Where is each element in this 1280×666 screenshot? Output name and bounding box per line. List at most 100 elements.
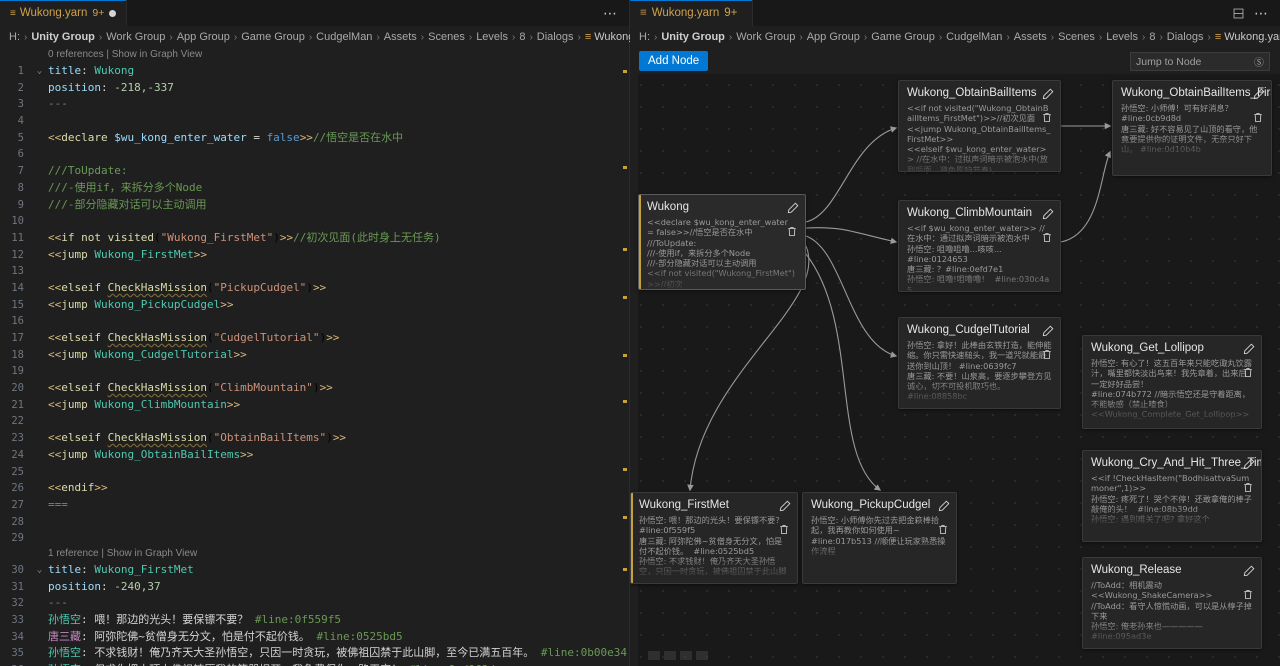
code-lens-link[interactable]: 0 references | Show in Graph View bbox=[45, 48, 202, 64]
graph-breadcrumb-item-8[interactable]: Levels bbox=[1106, 31, 1138, 43]
code-line[interactable]: 13 bbox=[0, 263, 629, 280]
code-line[interactable]: 17 <<elseif CheckHasMission("CudgelTutori… bbox=[0, 330, 629, 347]
code-line[interactable]: 27 === bbox=[0, 497, 629, 514]
code-line[interactable]: 25 bbox=[0, 464, 629, 481]
code-line[interactable]: 4 bbox=[0, 113, 629, 130]
code-line[interactable]: 26 <<endif>> bbox=[0, 480, 629, 497]
breadcrumb-item-2[interactable]: Work Group bbox=[106, 31, 165, 43]
code-lens[interactable]: 0 references | Show in Graph View bbox=[0, 48, 629, 63]
code-editor[interactable]: 0 references | Show in Graph View 1 ⌄ title… bbox=[0, 48, 629, 666]
code-line[interactable]: 31 position: -240,37 bbox=[0, 579, 629, 596]
pencil-icon[interactable] bbox=[1039, 206, 1055, 222]
breadcrumb-item-0[interactable]: H: bbox=[9, 31, 20, 43]
graph-breadcrumb-item-7[interactable]: Scenes bbox=[1058, 31, 1095, 43]
code-line[interactable]: 36 孙悟空: 但求你把山顶上佛祖镇压我的符咒揭开，我免费保你一路平安！ #lin… bbox=[0, 662, 629, 666]
pencil-icon[interactable] bbox=[1240, 456, 1256, 472]
code-line[interactable]: 11 <<if not visited("Wukong_FirstMet")>>/… bbox=[0, 230, 629, 247]
code-line[interactable]: 12 <<jump Wukong_FirstMet>> bbox=[0, 247, 629, 264]
code-line[interactable]: 1 ⌄ title: Wukong bbox=[0, 63, 629, 80]
more-actions-icon[interactable]: ⋯ bbox=[603, 6, 618, 20]
breadcrumb-item-4[interactable]: Game Group bbox=[241, 31, 305, 43]
graph-breadcrumb-item-3[interactable]: App Group bbox=[807, 31, 860, 43]
code-line[interactable]: 34 唐三藏: 阿弥陀佛~贫僧身无分文，怕是付不起价钱。 #line:0525bd… bbox=[0, 629, 629, 646]
code-line[interactable]: 3 --- bbox=[0, 96, 629, 113]
code-line[interactable]: 32 --- bbox=[0, 595, 629, 612]
pencil-icon[interactable] bbox=[784, 200, 800, 216]
code-line[interactable]: 23 <<elseif CheckHasMission("ObtainBailIt… bbox=[0, 430, 629, 447]
trash-icon[interactable] bbox=[776, 521, 792, 537]
code-line[interactable]: 28 bbox=[0, 514, 629, 531]
pencil-icon[interactable] bbox=[1250, 86, 1266, 102]
trash-icon[interactable] bbox=[1039, 109, 1055, 125]
breadcrumb-item-7[interactable]: Scenes bbox=[428, 31, 465, 43]
trash-icon[interactable] bbox=[784, 223, 800, 239]
code-line[interactable]: 9 ///-部分隐藏对话可以主动调用 bbox=[0, 197, 629, 214]
graph-node-wukong-obtainbailitems[interactable]: Wukong_ObtainBailItems <<if not visited("… bbox=[898, 80, 1061, 172]
pencil-icon[interactable] bbox=[1039, 86, 1055, 102]
fold-icon[interactable]: ⌄ bbox=[34, 562, 45, 579]
add-node-button[interactable]: Add Node bbox=[639, 51, 709, 71]
graph-node-wukong-release[interactable]: Wukong_Release //ToAdd：相机震动 <<Wukong_Shak… bbox=[1082, 557, 1262, 649]
graph-node-wukong-pickupcudgel[interactable]: Wukong_PickupCudgel 孙悟空: 小师傅你先过去把金篍棒拾起，我再… bbox=[802, 492, 957, 584]
graph-breadcrumb-item-5[interactable]: CudgelMan bbox=[946, 31, 1002, 43]
graph-node-wukong-cry-and-hit-three-times[interactable]: Wukong_Cry_And_Hit_Three_Times <<if !Chec… bbox=[1082, 450, 1262, 542]
code-line[interactable]: 2 position: -218,-337 bbox=[0, 80, 629, 97]
code-line[interactable]: 7 ///ToUpdate: bbox=[0, 163, 629, 180]
code-line[interactable]: 24 <<jump Wukong_ObtainBailItems>> bbox=[0, 447, 629, 464]
code-line[interactable]: 30 ⌄ title: Wukong_FirstMet bbox=[0, 562, 629, 579]
graph-node-wukong-firstmet[interactable]: Wukong_FirstMet 孙悟空: 喂！那边的光头！要保镖不要？ #line… bbox=[630, 492, 798, 584]
graph-breadcrumb-item-2[interactable]: Work Group bbox=[736, 31, 795, 43]
breadcrumb-item-10[interactable]: Dialogs bbox=[537, 31, 574, 43]
trash-icon[interactable] bbox=[1039, 346, 1055, 362]
graph-node-wukong-climbmountain[interactable]: Wukong_ClimbMountain <<if $wu_kong_enter_… bbox=[898, 200, 1061, 292]
node-graph-canvas[interactable]: Wukong <<declare $wu_kong_enter_water = f… bbox=[630, 74, 1280, 666]
code-line[interactable]: 21 <<jump Wukong_ClimbMountain>> bbox=[0, 397, 629, 414]
pencil-icon[interactable] bbox=[1039, 323, 1055, 339]
graph-breadcrumb-item-11[interactable]: Wukong.yarn bbox=[1224, 31, 1280, 43]
clear-icon[interactable]: Ⓢ bbox=[1254, 54, 1264, 69]
pencil-icon[interactable] bbox=[776, 498, 792, 514]
code-line[interactable]: 14 <<elseif CheckHasMission("PickupCudgel… bbox=[0, 280, 629, 297]
breadcrumb-item-6[interactable]: Assets bbox=[384, 31, 417, 43]
graph-minimap[interactable] bbox=[648, 651, 708, 660]
graph-node-wukong-obtainbailitems-firstmet[interactable]: Wukong_ObtainBailItems_FirstMet 孙悟空: 小师傅！… bbox=[1112, 80, 1272, 176]
pencil-icon[interactable] bbox=[1240, 563, 1256, 579]
code-line[interactable]: 15 <<jump Wukong_PickupCudgel>> bbox=[0, 297, 629, 314]
graph-breadcrumb-item-6[interactable]: Assets bbox=[1014, 31, 1047, 43]
breadcrumb-item-5[interactable]: CudgelMan bbox=[316, 31, 372, 43]
graph-breadcrumb-item-9[interactable]: 8 bbox=[1149, 31, 1155, 43]
jump-to-node-input[interactable]: Jump to Node Ⓢ bbox=[1130, 52, 1270, 71]
trash-icon[interactable] bbox=[1039, 229, 1055, 245]
code-line[interactable]: 5 <<declare $wu_kong_enter_water = false>… bbox=[0, 130, 629, 147]
code-line[interactable]: 16 bbox=[0, 313, 629, 330]
breadcrumb-item-9[interactable]: 8 bbox=[519, 31, 525, 43]
split-editor-icon[interactable] bbox=[1232, 7, 1245, 20]
trash-icon[interactable] bbox=[1250, 109, 1266, 125]
breadcrumb-item-1[interactable]: Unity Group bbox=[31, 31, 95, 43]
graph-breadcrumb-item-10[interactable]: Dialogs bbox=[1167, 31, 1204, 43]
graph-node-wukong-cudgeltutorial[interactable]: Wukong_CudgelTutorial 孙悟空: 拿好！此棒由玄铁打造，能伸能… bbox=[898, 317, 1061, 409]
code-line[interactable]: 10 bbox=[0, 213, 629, 230]
fold-icon[interactable]: ⌄ bbox=[34, 63, 45, 80]
code-line[interactable]: 35 孙悟空: 不求钱财！俺乃齐天大圣孙悟空，只因一时贪玩，被佛祖囚禁于此山脚，至… bbox=[0, 645, 629, 662]
code-line[interactable]: 20 <<elseif CheckHasMission("ClimbMountai… bbox=[0, 380, 629, 397]
code-line[interactable]: 18 <<jump Wukong_CudgelTutorial>> bbox=[0, 347, 629, 364]
code-lens[interactable]: 1 reference | Show in Graph View bbox=[0, 547, 629, 562]
overview-ruler[interactable] bbox=[619, 48, 629, 666]
pencil-icon[interactable] bbox=[1240, 341, 1256, 357]
trash-icon[interactable] bbox=[1240, 479, 1256, 495]
trash-icon[interactable] bbox=[935, 521, 951, 537]
graph-breadcrumb-item-0[interactable]: H: bbox=[639, 31, 650, 43]
graph-breadcrumb-item-1[interactable]: Unity Group bbox=[661, 31, 725, 43]
breadcrumb-item-8[interactable]: Levels bbox=[476, 31, 508, 43]
more-actions-icon[interactable]: ⋯ bbox=[1254, 6, 1269, 20]
pencil-icon[interactable] bbox=[935, 498, 951, 514]
code-line[interactable]: 29 bbox=[0, 530, 629, 547]
graph-node-wukong[interactable]: Wukong <<declare $wu_kong_enter_water = f… bbox=[638, 194, 806, 290]
graph-breadcrumb-item-4[interactable]: Game Group bbox=[871, 31, 935, 43]
code-lens-link[interactable]: 1 reference | Show in Graph View bbox=[45, 546, 197, 563]
code-line[interactable]: 33 孙悟空: 喂！那边的光头！要保镖不要？ #line:0f559f5 bbox=[0, 612, 629, 629]
graph-node-wukong-get-lollipop[interactable]: Wukong_Get_Lollipop 孙悟空: 有心了！这五百年来只能吃诹丸饮露… bbox=[1082, 335, 1262, 429]
breadcrumb-item-3[interactable]: App Group bbox=[177, 31, 230, 43]
code-line[interactable]: 8 ///-使用if，来拆分多个Node bbox=[0, 180, 629, 197]
